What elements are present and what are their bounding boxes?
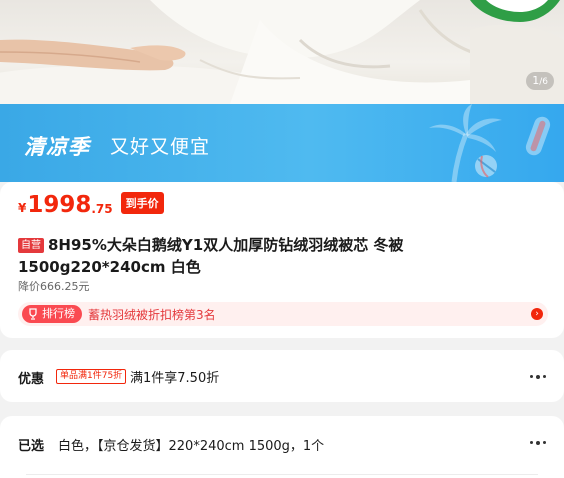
selected-spec-row[interactable]: 已选 白色，【京仓发货】220*240cm 1500g，1个 <box>0 416 564 478</box>
promo-subtitle: 又好又便宜 <box>110 136 211 158</box>
ranking-bar[interactable]: 排行榜 蓄热羽绒被折扣榜第3名 › <box>18 302 548 326</box>
product-title[interactable]: 自营 8H95%大朵白鹅绒Y1双人加厚防钻绒羽绒被芯 冬被1500g220*240… <box>18 234 548 278</box>
discount-label: 优惠 <box>18 372 45 387</box>
self-operated-badge: 自营 <box>18 238 44 253</box>
discount-row[interactable]: 优惠 单品满1件75折 满1件享7.50折 <box>0 350 564 402</box>
trophy-icon <box>29 308 37 320</box>
product-photo <box>0 0 564 104</box>
price-decimal: .75 <box>91 202 113 216</box>
discount-text: 满1件享7.50折 <box>130 371 220 386</box>
more-icon[interactable] <box>530 374 548 379</box>
price-row: ¥ 1998 .75 到手价 <box>18 192 164 218</box>
more-icon[interactable] <box>530 440 548 445</box>
coupon-tag: 单品满1件75折 <box>56 369 127 384</box>
promo-banner[interactable]: 清凉季 又好又便宜 <box>0 104 564 182</box>
total-pages: 6 <box>542 77 548 87</box>
gallery-page-indicator: 1/6 <box>526 72 554 90</box>
price-integer: 1998 <box>27 192 92 218</box>
selected-spec-text: 白色，【京仓发货】220*240cm 1500g，1个 <box>58 439 325 454</box>
promo-title: 清凉季 <box>24 135 90 159</box>
product-image-gallery[interactable]: 1/6 <box>0 0 564 104</box>
palm-tree-icon <box>429 104 551 182</box>
product-title-text: 8H95%大朵白鹅绒Y1双人加厚防钻绒羽绒被芯 冬被1500g220*240cm… <box>18 236 404 276</box>
ranking-badge-label: 排行榜 <box>42 307 75 320</box>
price-drop-text: 降价666.25元 <box>18 280 90 293</box>
chevron-right-icon: › <box>531 308 543 320</box>
product-info-card: ¥ 1998 .75 到手价 自营 8H95%大朵白鹅绒Y1双人加厚防钻绒羽绒被芯… <box>0 182 564 338</box>
divider <box>26 474 538 475</box>
price-currency: ¥ <box>18 201 27 215</box>
ranking-text: 蓄热羽绒被折扣榜第3名 <box>88 308 216 322</box>
final-price-tag: 到手价 <box>120 192 164 214</box>
selected-label: 已选 <box>18 439 45 454</box>
ranking-badge: 排行榜 <box>22 305 82 323</box>
